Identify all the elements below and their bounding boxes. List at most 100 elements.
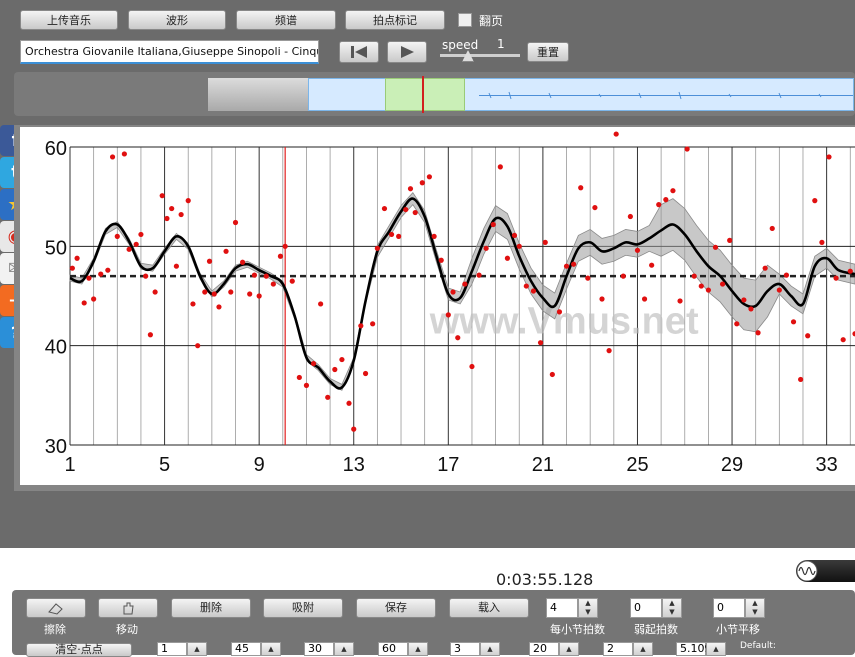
beats-per-bar-input[interactable]: 4 — [546, 598, 578, 618]
beat-point — [649, 262, 655, 268]
beat-point — [426, 174, 432, 180]
x-tick-label: 33 — [816, 454, 838, 476]
x-tick-label: 25 — [626, 454, 648, 476]
row2-stepper-6[interactable]: ▲ — [633, 642, 653, 656]
beat-point — [712, 244, 719, 250]
overview-viewport-window[interactable] — [385, 78, 465, 111]
beat-point — [374, 245, 380, 251]
beat-point — [497, 164, 503, 170]
beat-point — [663, 197, 669, 203]
beat-point — [578, 185, 584, 191]
beat-point — [511, 232, 518, 239]
beat-point — [634, 247, 641, 253]
beat-mark-button[interactable]: 拍点标记 — [345, 10, 445, 30]
delete-button[interactable]: 删除 — [171, 598, 251, 618]
bar-shift-stepper[interactable]: ▲ ▼ — [745, 598, 765, 618]
beat-point — [516, 243, 522, 249]
beat-point — [138, 231, 144, 238]
beat-point — [670, 188, 676, 194]
beat-point — [152, 289, 158, 295]
beat-point — [677, 298, 683, 304]
row2-stepper-4[interactable]: ▲ — [480, 642, 500, 656]
snap-button[interactable]: 吸附 — [263, 598, 343, 618]
erase-button[interactable] — [26, 598, 86, 618]
beat-point — [684, 146, 690, 152]
page-turn-checkbox[interactable] — [458, 13, 472, 27]
load-button[interactable]: 载入 — [449, 598, 529, 618]
spectrum-button[interactable]: 频谱 — [236, 10, 336, 30]
row2-stepper-0[interactable]: ▲ — [187, 642, 207, 656]
beat-point — [606, 348, 612, 354]
pickup-beats-input[interactable]: 0 — [630, 598, 662, 618]
beat-point — [190, 301, 196, 307]
beat-point — [627, 213, 633, 220]
overview-playhead[interactable] — [422, 76, 424, 113]
beat-point — [755, 330, 761, 336]
default-label: Default: — [740, 641, 776, 651]
beat-point — [483, 245, 489, 251]
beat-point — [748, 306, 754, 312]
beats-per-bar-stepper[interactable]: ▲ ▼ — [578, 598, 598, 618]
bar-shift-input[interactable]: 0 — [713, 598, 745, 618]
pickup-beats-stepper[interactable]: ▲ ▼ — [662, 598, 682, 618]
song-title-field[interactable]: Orchestra Giovanile Italiana,Giuseppe Si… — [20, 40, 319, 64]
beat-point — [691, 273, 697, 279]
beat-point — [396, 233, 402, 239]
previous-button[interactable] — [339, 41, 379, 63]
row2-input-4[interactable]: 3 — [450, 642, 480, 656]
play-icon — [401, 46, 414, 58]
beat-point — [476, 272, 482, 278]
row2-input-7[interactable]: 5.1090 — [676, 642, 719, 656]
beat-point — [523, 283, 529, 289]
x-tick-label: 17 — [437, 454, 459, 476]
row2-input-6[interactable]: 2 — [603, 642, 633, 656]
beat-point — [847, 268, 853, 274]
row2-input-1[interactable]: 45 — [231, 642, 261, 656]
beat-point — [216, 304, 222, 310]
speed-label: speed — [442, 38, 479, 52]
row2-stepper-3[interactable]: ▲ — [408, 642, 428, 656]
row2-stepper-2[interactable]: ▲ — [334, 642, 354, 656]
beat-point — [362, 370, 369, 377]
row2-input-3[interactable]: 60 — [378, 642, 408, 656]
move-button[interactable] — [98, 598, 158, 618]
beat-point — [178, 211, 184, 218]
beat-point — [105, 267, 111, 273]
beat-point — [556, 309, 563, 315]
row2-stepper-7[interactable]: ▲ — [706, 642, 726, 656]
beat-point — [833, 275, 839, 281]
play-button[interactable] — [387, 41, 427, 63]
beat-point — [164, 215, 170, 222]
mode-toggle[interactable] — [796, 560, 855, 582]
beat-point — [346, 400, 352, 406]
beat-point — [109, 154, 116, 160]
beat-point — [407, 186, 414, 192]
beat-point — [719, 281, 726, 287]
beat-point — [419, 180, 425, 186]
beat-point — [223, 248, 229, 254]
row2-stepper-5[interactable]: ▲ — [559, 642, 579, 656]
beat-point — [805, 333, 811, 339]
beat-point — [86, 275, 92, 281]
beat-point — [296, 374, 302, 381]
save-button[interactable]: 保存 — [356, 598, 436, 618]
beat-point — [81, 300, 87, 306]
row2-input-5[interactable]: 20 — [529, 642, 559, 656]
waveform-button[interactable]: 波形 — [128, 10, 226, 30]
beat-point — [734, 321, 740, 327]
tempo-chart[interactable]: 304050601 5 9 13 17 21 25 29 33www.Vmus.net — [20, 127, 855, 485]
playback-time: 0:03:55.128 — [496, 570, 594, 589]
y-tick-label: 50 — [45, 237, 67, 259]
beat-point — [812, 198, 818, 204]
y-tick-label: 60 — [45, 138, 67, 160]
upload-music-button[interactable]: 上传音乐 — [20, 10, 118, 30]
beat-point — [228, 289, 234, 295]
beat-point — [571, 261, 577, 267]
reset-button[interactable]: 重置 — [527, 42, 569, 62]
row2-stepper-1[interactable]: ▲ — [261, 642, 281, 656]
row2-input-2[interactable]: 30 — [304, 642, 334, 656]
beat-point — [783, 272, 790, 278]
beat-point — [240, 259, 246, 265]
speed-slider[interactable] — [440, 54, 520, 57]
row2-input-0[interactable]: 1 — [157, 642, 187, 656]
